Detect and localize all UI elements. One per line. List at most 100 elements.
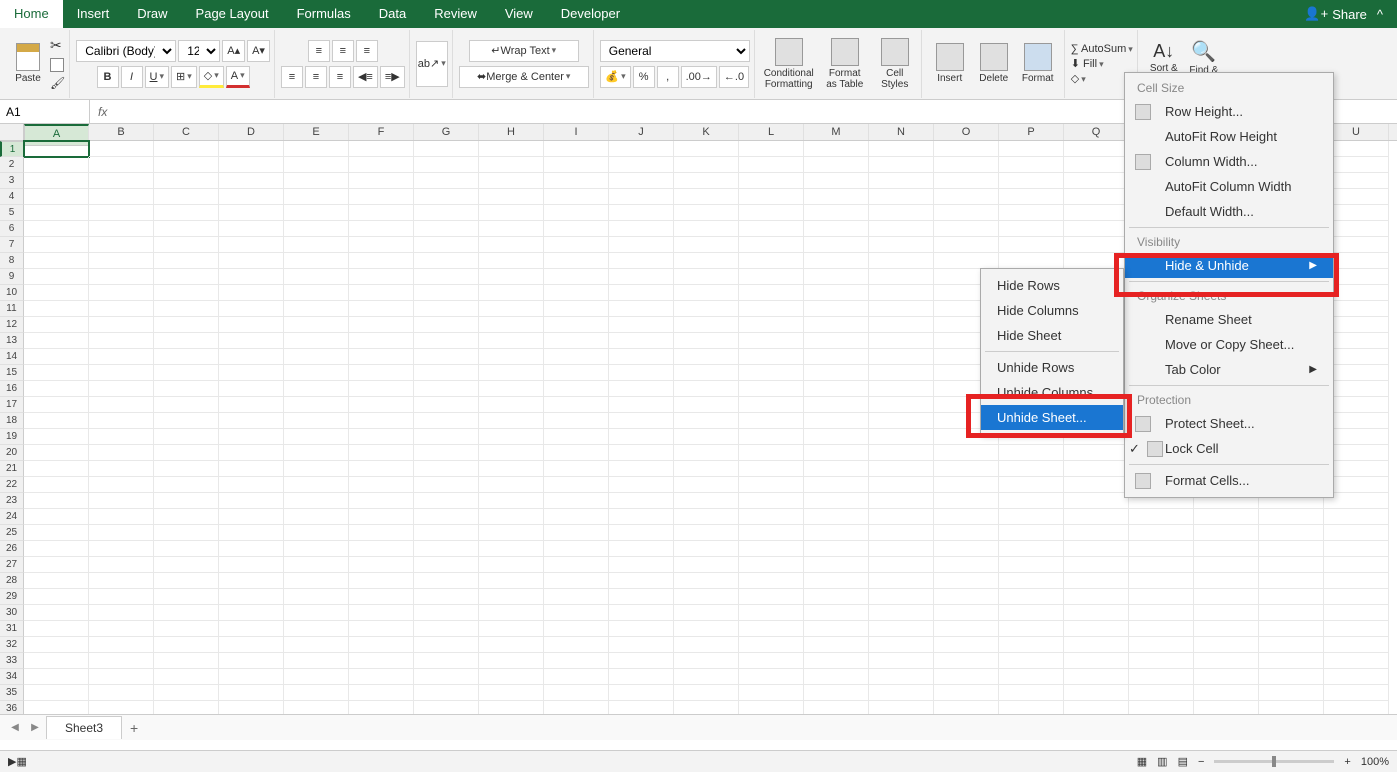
cell[interactable] <box>1064 461 1129 477</box>
cell[interactable] <box>869 189 934 205</box>
cell[interactable] <box>479 573 544 589</box>
row-header[interactable]: 35 <box>0 685 24 701</box>
row-header[interactable]: 22 <box>0 477 24 493</box>
cell[interactable] <box>999 701 1064 714</box>
cell[interactable] <box>89 365 154 381</box>
cell[interactable] <box>674 237 739 253</box>
cell[interactable] <box>24 269 89 285</box>
cell[interactable] <box>1324 637 1389 653</box>
border-button[interactable]: ⊞▾ <box>171 66 197 88</box>
cell[interactable] <box>349 173 414 189</box>
add-sheet-button[interactable]: + <box>124 720 144 736</box>
cell[interactable] <box>414 429 479 445</box>
cell[interactable] <box>544 637 609 653</box>
cell[interactable] <box>609 669 674 685</box>
menu-rename-sheet[interactable]: Rename Sheet <box>1125 307 1333 332</box>
cell[interactable] <box>804 173 869 189</box>
cell[interactable] <box>154 349 219 365</box>
cell[interactable] <box>739 477 804 493</box>
cell[interactable] <box>804 365 869 381</box>
cell[interactable] <box>869 397 934 413</box>
cell[interactable] <box>869 605 934 621</box>
cell[interactable] <box>154 509 219 525</box>
cell[interactable] <box>739 653 804 669</box>
row-header[interactable]: 16 <box>0 381 24 397</box>
cell[interactable] <box>414 141 479 157</box>
row-header[interactable]: 28 <box>0 573 24 589</box>
cell[interactable] <box>219 621 284 637</box>
name-box[interactable] <box>0 100 90 123</box>
row-header[interactable]: 3 <box>0 173 24 189</box>
cell[interactable] <box>284 157 349 173</box>
cell[interactable] <box>674 541 739 557</box>
cell[interactable] <box>1129 541 1194 557</box>
column-header[interactable]: I <box>544 124 609 140</box>
cell[interactable] <box>739 317 804 333</box>
cell[interactable] <box>414 205 479 221</box>
cell[interactable] <box>674 221 739 237</box>
cell[interactable] <box>24 413 89 429</box>
tab-data[interactable]: Data <box>365 0 420 28</box>
cell[interactable] <box>284 317 349 333</box>
cell[interactable] <box>479 493 544 509</box>
cell[interactable] <box>544 397 609 413</box>
menu-col-width[interactable]: Column Width... <box>1125 149 1333 174</box>
cell[interactable] <box>609 381 674 397</box>
cell[interactable] <box>609 653 674 669</box>
cell[interactable] <box>544 381 609 397</box>
cell[interactable] <box>934 173 999 189</box>
cell[interactable] <box>479 349 544 365</box>
cell[interactable] <box>284 381 349 397</box>
column-header[interactable]: J <box>609 124 674 140</box>
cell-styles-button[interactable]: Cell Styles <box>873 32 917 96</box>
cell[interactable] <box>284 557 349 573</box>
cell[interactable] <box>674 397 739 413</box>
cell[interactable] <box>1064 237 1129 253</box>
cell[interactable] <box>609 541 674 557</box>
tab-review[interactable]: Review <box>420 0 491 28</box>
cell[interactable] <box>739 173 804 189</box>
cell[interactable] <box>674 493 739 509</box>
cell[interactable] <box>739 365 804 381</box>
cell[interactable] <box>609 189 674 205</box>
cell[interactable] <box>414 173 479 189</box>
cell[interactable] <box>479 381 544 397</box>
cell[interactable] <box>1129 653 1194 669</box>
cell[interactable] <box>934 557 999 573</box>
cell[interactable] <box>869 525 934 541</box>
cell[interactable] <box>89 621 154 637</box>
cell[interactable] <box>1129 701 1194 714</box>
number-format-select[interactable]: General <box>600 40 750 62</box>
cell[interactable] <box>24 189 89 205</box>
cell[interactable] <box>89 493 154 509</box>
cell[interactable] <box>154 621 219 637</box>
cell[interactable] <box>1324 573 1389 589</box>
cell[interactable] <box>1064 493 1129 509</box>
column-header[interactable]: O <box>934 124 999 140</box>
cell[interactable] <box>154 573 219 589</box>
cell[interactable] <box>24 141 89 157</box>
cell[interactable] <box>89 637 154 653</box>
cell[interactable] <box>674 141 739 157</box>
cell[interactable] <box>284 413 349 429</box>
cell[interactable] <box>674 685 739 701</box>
cell[interactable] <box>479 637 544 653</box>
cell[interactable] <box>934 653 999 669</box>
cell[interactable] <box>479 141 544 157</box>
cell[interactable] <box>804 381 869 397</box>
menu-autofit-row[interactable]: AutoFit Row Height <box>1125 124 1333 149</box>
cell[interactable] <box>869 701 934 714</box>
cell[interactable] <box>89 413 154 429</box>
cell[interactable] <box>739 349 804 365</box>
cell[interactable] <box>154 461 219 477</box>
cell[interactable] <box>24 477 89 493</box>
cell[interactable] <box>999 173 1064 189</box>
cell[interactable] <box>544 701 609 714</box>
cell[interactable] <box>609 685 674 701</box>
row-header[interactable]: 9 <box>0 269 24 285</box>
row-header[interactable]: 25 <box>0 525 24 541</box>
macro-icon[interactable]: ▶▦ <box>8 755 27 768</box>
cell[interactable] <box>349 301 414 317</box>
row-header[interactable]: 32 <box>0 637 24 653</box>
cell[interactable] <box>284 397 349 413</box>
